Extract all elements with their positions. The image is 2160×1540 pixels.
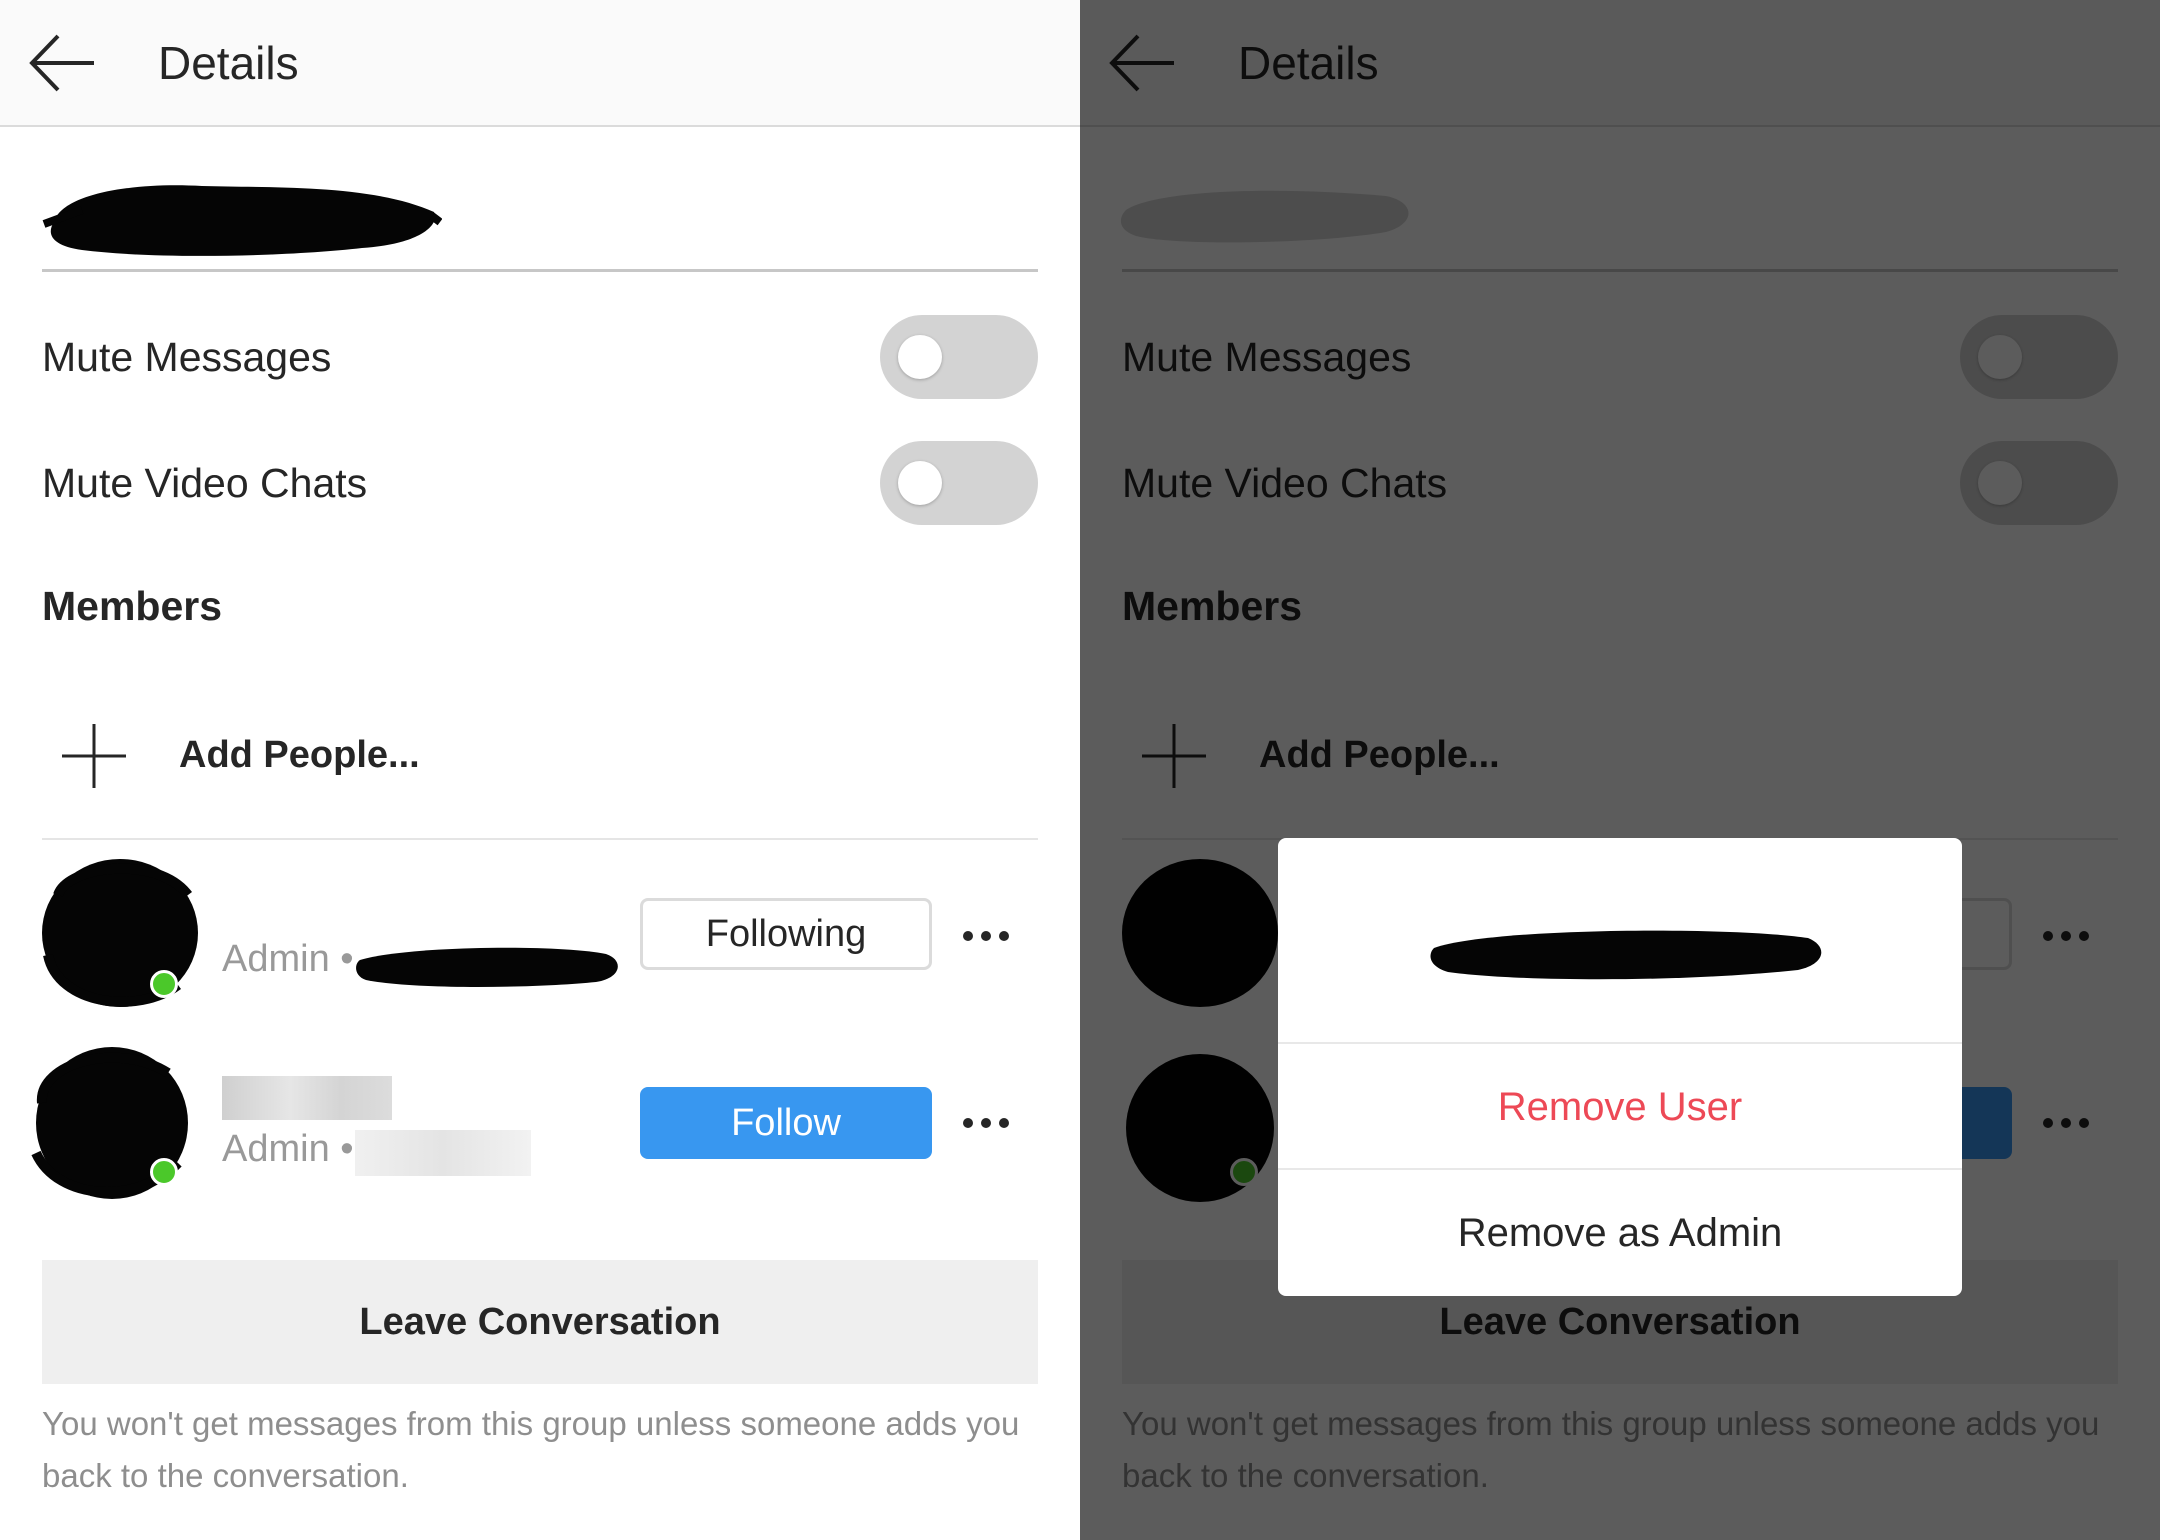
group-name-field[interactable] (42, 150, 1038, 272)
members-heading: Members (42, 583, 223, 629)
remove-user-option[interactable]: Remove User (1278, 1044, 1962, 1170)
member-row[interactable]: Admin • Follow (0, 1040, 1080, 1210)
back-arrow-icon[interactable] (24, 30, 100, 96)
member-row[interactable]: Admin • Following (0, 850, 1080, 1020)
modal-backdrop[interactable] (1080, 0, 2160, 1540)
add-people-label: Add People... (179, 734, 420, 776)
details-screen: Details Mute Messages Mute Video Chats M… (0, 0, 1080, 1540)
add-people-button[interactable]: Add People... (42, 700, 1038, 840)
details-screen-with-dialog: Details Mute Messages Mute Video Chats M… (1080, 0, 2160, 1540)
redacted-member-name (222, 1076, 392, 1120)
remove-as-admin-option[interactable]: Remove as Admin (1278, 1170, 1962, 1296)
page-title: Details (158, 37, 299, 89)
member-options-dialog: Remove User Remove as Admin (1278, 838, 1962, 1296)
member-role: Admin • (222, 1128, 354, 1170)
online-status-indicator (150, 1158, 178, 1186)
dialog-header (1278, 838, 1962, 1044)
online-status-indicator (150, 970, 178, 998)
mute-video-chats-label: Mute Video Chats (42, 460, 368, 506)
redacted-member-name (356, 947, 618, 987)
app-header: Details (0, 0, 1080, 127)
redacted-member-username (355, 1130, 531, 1176)
leave-conversation-button[interactable]: Leave Conversation (42, 1260, 1038, 1384)
mute-messages-label: Mute Messages (42, 334, 332, 380)
toggle-knob (898, 461, 942, 505)
toggle-knob (898, 335, 942, 379)
mute-messages-toggle[interactable] (880, 315, 1038, 399)
leave-conversation-note: You won't get messages from this group u… (42, 1405, 1020, 1494)
more-dots-icon[interactable] (962, 1113, 1010, 1133)
redacted-group-name (42, 185, 442, 256)
following-button[interactable]: Following (640, 898, 932, 970)
follow-button[interactable]: Follow (640, 1087, 932, 1159)
member-role: Admin • (222, 938, 354, 980)
plus-icon (62, 724, 126, 788)
mute-video-chats-toggle[interactable] (880, 441, 1038, 525)
redacted-member-name (1430, 930, 1822, 980)
more-dots-icon[interactable] (962, 926, 1010, 946)
